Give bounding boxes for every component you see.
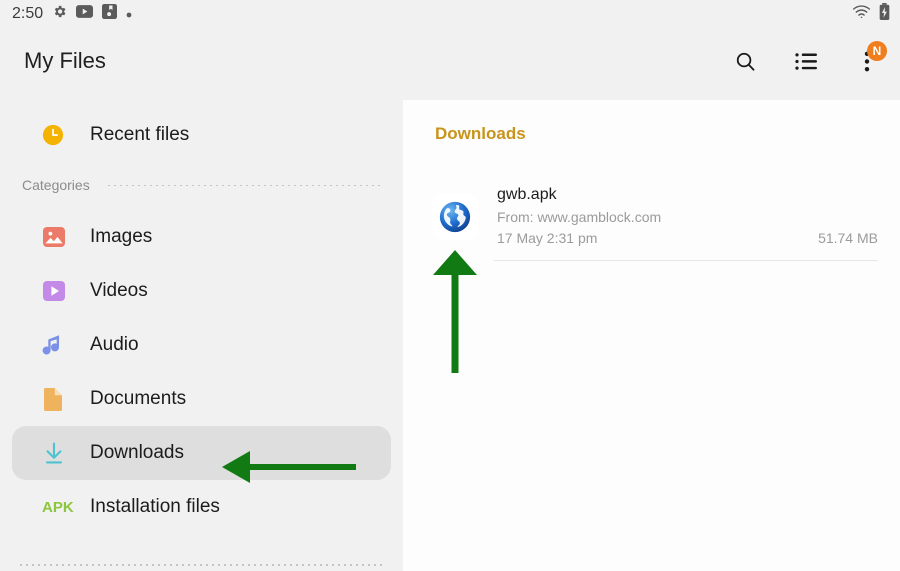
gear-icon bbox=[52, 4, 67, 24]
app-header: My Files N bbox=[0, 28, 900, 100]
status-bar-right bbox=[852, 0, 890, 28]
wifi-icon bbox=[852, 4, 871, 24]
categories-header: Categories bbox=[0, 168, 403, 202]
more-options-button[interactable]: N bbox=[852, 41, 887, 79]
categories-label: Categories bbox=[22, 177, 90, 193]
content-heading: Downloads bbox=[435, 124, 526, 143]
file-row-divider bbox=[494, 260, 878, 261]
file-details: gwb.apk From: www.gamblock.com 17 May 2:… bbox=[497, 186, 900, 246]
globe-icon bbox=[432, 194, 478, 240]
sidebar-item-downloads[interactable]: Downloads bbox=[12, 426, 391, 480]
view-as-button[interactable] bbox=[791, 49, 821, 79]
status-bar-left: 2:50 bbox=[0, 4, 132, 24]
document-icon bbox=[42, 387, 90, 412]
sidebar: Recent files Categories Images Videos Au… bbox=[0, 100, 403, 571]
sidebar-item-recent-files[interactable]: Recent files bbox=[12, 108, 391, 162]
sidebar-item-images[interactable]: Images bbox=[12, 210, 391, 264]
content-panel: Downloads gwb.apk From: www.gamblock.com… bbox=[403, 100, 900, 571]
file-size: 51.74 MB bbox=[818, 230, 878, 246]
sidebar-item-documents[interactable]: Documents bbox=[12, 372, 391, 426]
sidebar-item-label: Downloads bbox=[90, 442, 184, 463]
header-actions: N bbox=[730, 28, 887, 100]
svg-text:APK: APK bbox=[42, 499, 74, 516]
file-name: gwb.apk bbox=[497, 186, 557, 203]
app-save-icon bbox=[102, 4, 118, 24]
sidebar-item-label: Recent files bbox=[90, 124, 190, 145]
sidebar-item-audio[interactable]: Audio bbox=[12, 318, 391, 372]
file-date: 17 May 2:31 pm bbox=[497, 230, 598, 246]
page-title: My Files bbox=[24, 48, 106, 73]
notification-badge: N bbox=[867, 41, 887, 61]
list-view-icon bbox=[794, 52, 818, 76]
clock-icon bbox=[42, 124, 90, 146]
file-meta: 17 May 2:31 pm 51.74 MB bbox=[497, 230, 900, 246]
sidebar-item-label: Images bbox=[90, 226, 153, 247]
sidebar-item-installation-files[interactable]: APK Installation files bbox=[12, 480, 391, 534]
device-screen: 2:50 My Files N Recent files Categories … bbox=[0, 0, 900, 571]
sidebar-item-label: Audio bbox=[90, 334, 139, 355]
status-clock: 2:50 bbox=[12, 5, 44, 22]
search-button[interactable] bbox=[730, 49, 760, 79]
apk-icon: APK bbox=[42, 498, 90, 516]
sidebar-item-videos[interactable]: Videos bbox=[12, 264, 391, 318]
sidebar-item-label: Installation files bbox=[90, 496, 220, 517]
battery-charging-icon bbox=[879, 3, 890, 25]
image-icon bbox=[42, 225, 90, 249]
dot-icon bbox=[126, 5, 132, 23]
sidebar-item-label: Videos bbox=[90, 280, 148, 301]
search-icon bbox=[734, 50, 757, 78]
download-icon bbox=[42, 441, 90, 466]
categories-dotted-divider bbox=[105, 184, 383, 186]
music-note-icon bbox=[42, 333, 90, 357]
file-source: From: www.gamblock.com bbox=[497, 209, 662, 225]
sidebar-item-label: Documents bbox=[90, 388, 187, 409]
status-bar: 2:50 bbox=[0, 0, 900, 28]
sidebar-bottom-divider bbox=[18, 564, 385, 566]
video-play-icon bbox=[42, 279, 90, 303]
file-list-item[interactable]: gwb.apk From: www.gamblock.com 17 May 2:… bbox=[403, 186, 900, 270]
youtube-icon bbox=[76, 5, 94, 23]
